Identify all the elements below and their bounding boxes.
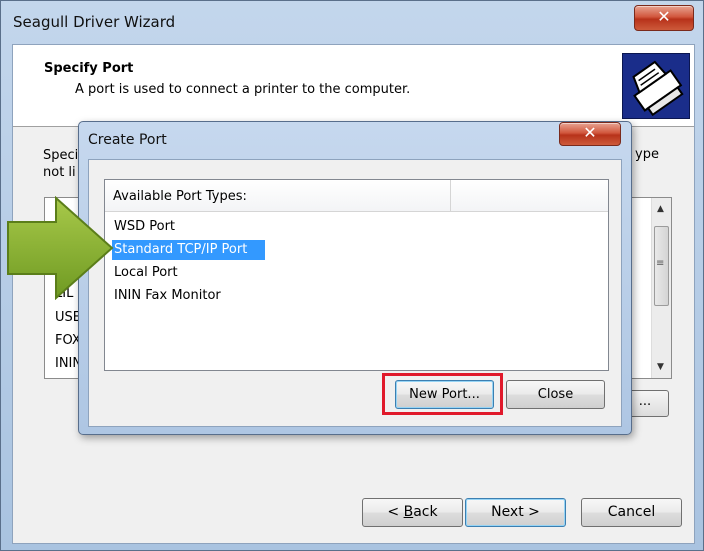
dialog-body: Available Port Types: WSD Port Standard … — [88, 159, 622, 427]
header-subtitle: A port is used to connect a printer to t… — [75, 82, 411, 97]
header-title: Specify Port — [44, 61, 134, 76]
cancel-button[interactable]: Cancel — [581, 498, 682, 527]
back-button[interactable]: < Back — [362, 498, 463, 527]
specify-text-right: ype — [635, 147, 659, 162]
annotation-highlight-box — [382, 373, 503, 415]
scroll-up-icon[interactable]: ▲ — [657, 204, 664, 214]
list-item[interactable]: FOX — [55, 333, 81, 348]
scroll-grip-icon: ≡ — [656, 258, 665, 269]
column-divider[interactable] — [450, 180, 451, 211]
close-icon: ✕ — [657, 7, 671, 26]
scroll-down-icon[interactable]: ▼ — [657, 362, 664, 372]
port-type-inin-fax[interactable]: ININ Fax Monitor — [112, 286, 223, 306]
printer-logo-icon — [622, 53, 690, 119]
close-button[interactable]: Close — [506, 380, 605, 409]
close-icon: ✕ — [583, 123, 597, 142]
port-type-wsd[interactable]: WSD Port — [112, 217, 177, 237]
dialog-title: Create Port — [88, 132, 167, 148]
port-type-local[interactable]: Local Port — [112, 263, 180, 283]
next-button[interactable]: Next > — [465, 498, 566, 527]
wizard-close-button[interactable]: ✕ — [634, 5, 694, 31]
green-arrow-icon — [7, 196, 114, 300]
column-header-label: Available Port Types: — [113, 189, 247, 204]
port-types-list[interactable]: Available Port Types: WSD Port Standard … — [104, 179, 609, 371]
vertical-scrollbar[interactable]: ▲ ≡ ▼ — [651, 198, 671, 378]
wizard-header: Specify Port A port is used to connect a… — [13, 45, 694, 127]
create-port-dialog: Create Port ✕ Available Port Types: WSD … — [78, 121, 632, 435]
port-type-standard-tcpip[interactable]: Standard TCP/IP Port — [112, 240, 265, 260]
dialog-close-button[interactable]: ✕ — [559, 122, 621, 146]
wizard-title: Seagull Driver Wizard — [13, 13, 176, 31]
list-column-header[interactable]: Available Port Types: — [105, 180, 608, 212]
specify-text: Speci not li — [43, 148, 79, 180]
